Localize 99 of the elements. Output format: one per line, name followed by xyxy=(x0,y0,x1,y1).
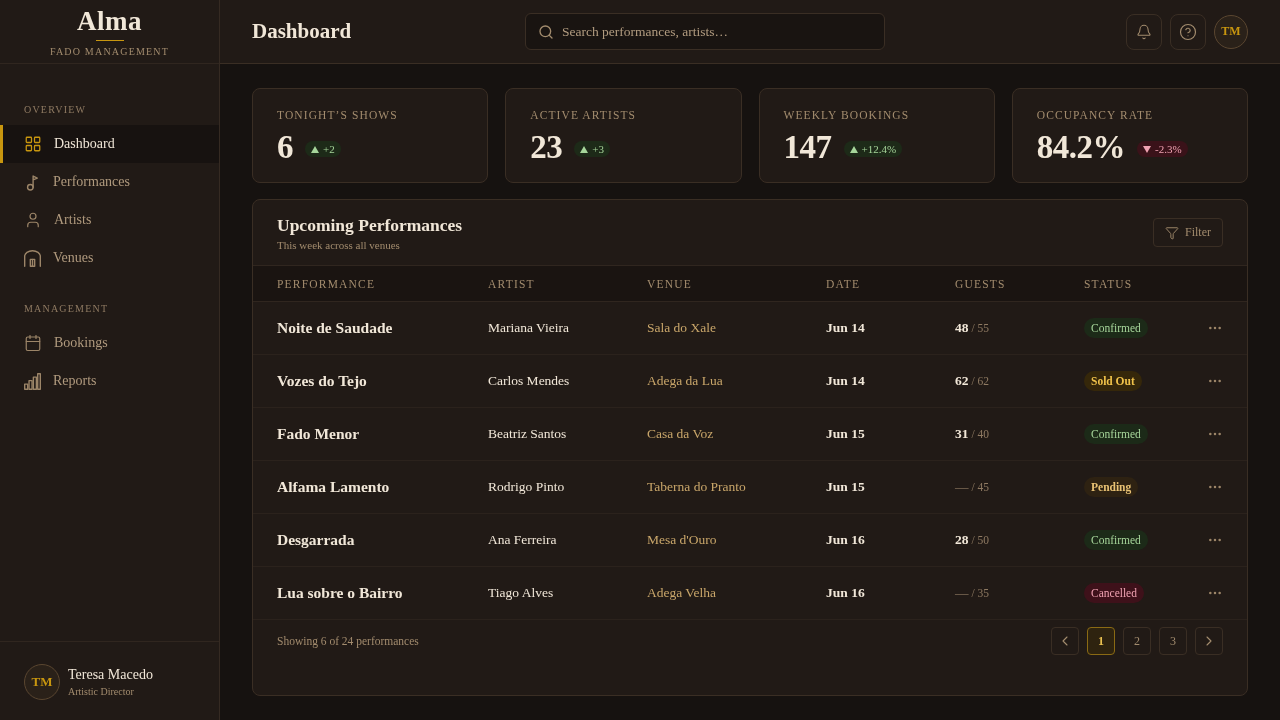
stat-label: TONIGHT’S SHOWS xyxy=(277,108,399,122)
nav-item[interactable]: Artists xyxy=(0,201,219,239)
person-icon xyxy=(24,211,42,229)
table-cell: Tiago Alves xyxy=(488,585,554,601)
help-button[interactable] xyxy=(1170,13,1206,50)
table-cell: Mesa d'Ouro xyxy=(647,532,717,548)
status-badge: Confirmed xyxy=(1084,424,1148,444)
guest-count: 28 xyxy=(955,532,969,548)
table-cell: Rodrigo Pinto xyxy=(488,479,565,495)
table-cell: Beatriz Santos xyxy=(488,426,567,442)
filter-button[interactable]: Filter xyxy=(1153,218,1223,247)
nav-item[interactable]: Dashboard xyxy=(0,125,219,163)
grid-icon xyxy=(24,135,42,153)
stat-value: 147 xyxy=(783,128,832,166)
table-cell: Casa da Voz xyxy=(647,426,714,442)
up-triangle-icon xyxy=(580,145,589,153)
nav-item[interactable]: Bookings xyxy=(0,324,219,362)
search-field[interactable]: Search performances, artists… xyxy=(525,13,885,50)
table-cell: Carlos Mendes xyxy=(488,373,570,389)
table-cell: Vozes do Tejo xyxy=(277,372,367,390)
nav-item[interactable]: Reports xyxy=(0,362,219,400)
building-icon xyxy=(24,249,41,267)
status-badge: Confirmed xyxy=(1084,318,1148,338)
panel-subtitle: This week across all venues xyxy=(277,238,401,251)
table-cell: Jun 15 xyxy=(826,479,865,495)
stat-label: WEEKLY BOOKINGS xyxy=(783,108,911,122)
stat-value: 84.2% xyxy=(1036,128,1125,166)
guest-count: 31 xyxy=(955,426,969,442)
search-icon xyxy=(538,24,554,40)
page-button[interactable]: 3 xyxy=(1159,627,1187,655)
trend-value: +3 xyxy=(592,143,604,155)
status-badge: Pending xyxy=(1084,477,1139,497)
stat-label: ACTIVE ARTISTS xyxy=(530,108,637,122)
status-badge: Confirmed xyxy=(1084,530,1148,550)
stat-value: 6 xyxy=(277,128,293,166)
guest-capacity: / 50 xyxy=(971,534,990,546)
trend-value: +12.4% xyxy=(861,143,897,155)
table-cell: Jun 14 xyxy=(826,320,865,336)
up-triangle-icon xyxy=(849,145,858,153)
table-cell: Desgarrada xyxy=(277,531,355,549)
table-cell: Sala do Xale xyxy=(647,320,716,336)
table-cell: Jun 16 xyxy=(826,532,865,548)
nav-section-label: OVERVIEW xyxy=(23,104,88,116)
table-cell: Ana Ferreira xyxy=(488,532,557,548)
notifications-button[interactable] xyxy=(1126,13,1162,50)
guest-count: — xyxy=(955,585,969,601)
user-avatar: TM xyxy=(24,664,60,700)
brand-name: Alma xyxy=(77,7,142,35)
guest-count: — xyxy=(955,479,969,495)
status-badge: Sold Out xyxy=(1084,371,1142,391)
table-cell: Jun 14 xyxy=(826,373,865,389)
down-triangle-icon xyxy=(1143,145,1151,153)
guest-capacity: / 62 xyxy=(971,375,990,387)
table-cell: Alfama Lamento xyxy=(277,478,390,496)
trend-value: +2 xyxy=(323,143,335,155)
table-cell: Fado Menor xyxy=(277,425,360,443)
bar-chart-icon xyxy=(24,372,41,390)
column-header: ARTIST xyxy=(488,277,536,290)
table-cell: Adega Velha xyxy=(647,585,717,601)
column-header: DATE xyxy=(826,277,862,290)
column-header: STATUS xyxy=(1084,277,1134,290)
guest-capacity: / 35 xyxy=(971,587,990,599)
page-button[interactable]: 1 xyxy=(1087,627,1115,655)
user-role: Artistic Director xyxy=(68,686,135,697)
column-header: PERFORMANCE xyxy=(277,277,377,290)
table-cell: Lua sobre o Bairro xyxy=(277,584,403,602)
nav-item[interactable]: Performances xyxy=(0,163,219,201)
brand-tagline: FADO MANAGEMENT xyxy=(49,47,170,58)
user-name: Teresa Macedo xyxy=(68,667,153,683)
table-cell: Jun 15 xyxy=(826,426,865,442)
guest-count: 48 xyxy=(955,320,969,336)
user-avatar[interactable]: TM xyxy=(1214,14,1248,49)
table-cell: Mariana Vieira xyxy=(488,320,570,336)
panel-title: Upcoming Performances xyxy=(277,214,463,236)
filter-icon xyxy=(1165,225,1179,240)
table-cell: Taberna do Pranto xyxy=(647,479,746,495)
help-icon xyxy=(1179,22,1197,41)
column-header: VENUE xyxy=(647,277,693,290)
bell-icon xyxy=(1136,23,1152,40)
up-triangle-icon xyxy=(311,145,319,153)
table-cell: Jun 16 xyxy=(826,585,865,601)
status-badge: Cancelled xyxy=(1084,583,1144,603)
page-title: Dashboard xyxy=(252,19,353,44)
page-button[interactable]: 2 xyxy=(1123,627,1151,655)
guest-capacity: / 55 xyxy=(971,322,990,334)
guest-capacity: / 40 xyxy=(971,428,990,440)
nav-item[interactable]: Venues xyxy=(0,239,219,277)
stat-label: OCCUPANCY RATE xyxy=(1036,108,1155,122)
calendar-icon xyxy=(24,334,42,352)
stat-value: 23 xyxy=(530,128,563,166)
trend-value: -2.3% xyxy=(1155,143,1182,155)
column-header: GUESTS xyxy=(955,277,1007,290)
table-cell: Noite de Saudade xyxy=(277,319,393,337)
guest-count: 62 xyxy=(955,373,969,389)
nav-section-label: MANAGEMENT xyxy=(23,303,110,315)
guest-capacity: / 45 xyxy=(971,481,990,493)
pagination-summary: Showing 6 of 24 performances xyxy=(277,635,419,647)
table-cell: Adega da Lua xyxy=(647,373,723,389)
music-note-icon xyxy=(24,173,41,191)
